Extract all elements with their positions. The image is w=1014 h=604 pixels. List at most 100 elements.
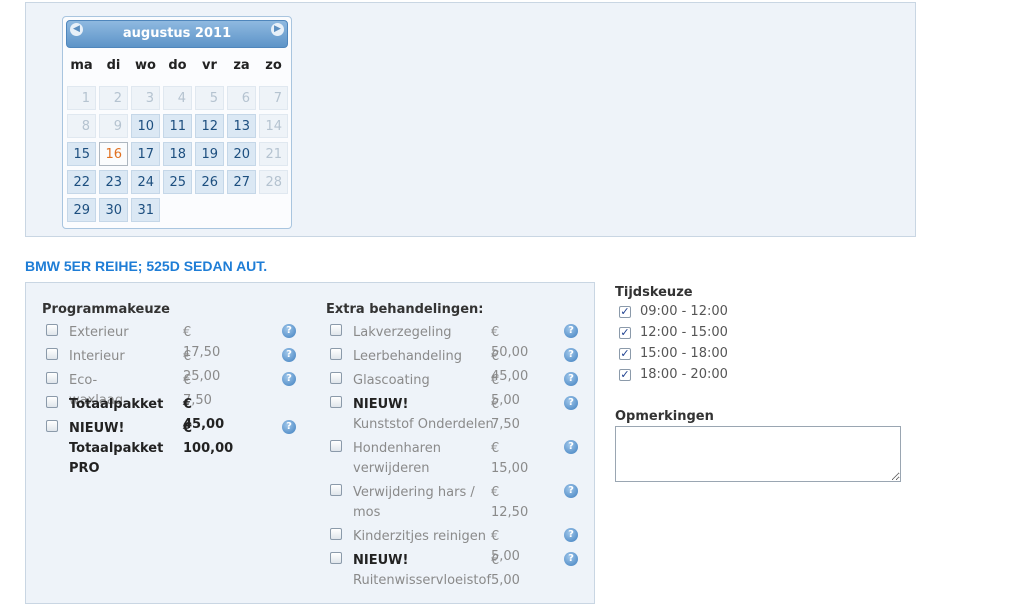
- calendar-day[interactable]: 24: [131, 170, 160, 194]
- help-icon[interactable]: ?: [564, 348, 578, 362]
- calendar-day: 2: [99, 86, 128, 110]
- calendar-day: 7: [259, 86, 288, 110]
- extra-label: Leerbehandeling: [353, 349, 463, 364]
- calendar-day[interactable]: 31: [131, 198, 160, 222]
- calendar-day: 21: [259, 142, 288, 166]
- extra-label: Lakverzegeling: [353, 325, 452, 340]
- calendar-panel: augustus 2011 ◀ ▶ ma di wo do vr za zo 1…: [25, 2, 916, 237]
- calendar-day[interactable]: 17: [131, 142, 160, 166]
- extra-label-line2: verwijderen: [353, 461, 430, 476]
- calendar-day[interactable]: 26: [195, 170, 224, 194]
- extra-label: Glascoating: [353, 373, 430, 388]
- calendar-day[interactable]: 25: [163, 170, 192, 194]
- calendar-day: 28: [259, 170, 288, 194]
- help-icon[interactable]: ?: [564, 396, 578, 410]
- extra-label-line2: Kunststof Onderdelen: [353, 417, 494, 432]
- extra-label: Hondenharen: [353, 441, 441, 456]
- calendar-day[interactable]: 19: [195, 142, 224, 166]
- extra-price: € 12,50: [491, 485, 529, 520]
- time-slot-checkbox[interactable]: ✓: [619, 348, 631, 360]
- program-label: NIEUW!: [69, 421, 125, 436]
- opmerkingen-textarea[interactable]: [615, 426, 901, 482]
- calendar-day[interactable]: 11: [163, 114, 192, 138]
- help-icon[interactable]: ?: [282, 420, 296, 434]
- program-label-line3: PRO: [69, 461, 100, 476]
- extra-price: € 15,00: [491, 441, 529, 476]
- extra-checkbox[interactable]: [330, 440, 342, 452]
- calendar-day[interactable]: 27: [227, 170, 256, 194]
- calendar-day-today[interactable]: 16: [99, 142, 128, 166]
- extra-checkbox[interactable]: [330, 528, 342, 540]
- weekday-label: zo: [265, 58, 282, 73]
- calendar-day[interactable]: 22: [67, 170, 96, 194]
- extra-label: Kinderzitjes reinigen: [353, 529, 487, 544]
- datepicker-header: augustus 2011: [66, 20, 288, 48]
- extra-label: NIEUW!: [353, 397, 409, 412]
- program-price: € 100,00: [183, 421, 234, 456]
- calendar-day[interactable]: 23: [99, 170, 128, 194]
- weekday-label: za: [233, 58, 250, 73]
- weekday-label: do: [168, 58, 187, 73]
- program-label: Totaalpakket: [69, 397, 164, 412]
- calendar-day: 9: [99, 114, 128, 138]
- programs-panel: Programmakeuze Exterieur € 17,50 ? Inter…: [25, 282, 595, 604]
- weekday-label: ma: [70, 58, 93, 73]
- calendar-day[interactable]: 30: [99, 198, 128, 222]
- time-slot-label: 09:00 - 12:00: [640, 304, 728, 319]
- time-slot-checkbox[interactable]: ✓: [619, 327, 631, 339]
- next-month-icon[interactable]: ▶: [271, 23, 284, 36]
- time-slot-label: 18:00 - 20:00: [640, 367, 728, 382]
- help-icon[interactable]: ?: [282, 348, 296, 362]
- calendar-day: 6: [227, 86, 256, 110]
- datepicker: augustus 2011 ◀ ▶ ma di wo do vr za zo 1…: [62, 16, 292, 229]
- extra-price: € 7,50: [491, 397, 520, 432]
- extra-checkbox[interactable]: [330, 372, 342, 384]
- calendar-day[interactable]: 15: [67, 142, 96, 166]
- calendar-day[interactable]: 20: [227, 142, 256, 166]
- month-title: augustus 2011: [122, 26, 232, 41]
- calendar-day[interactable]: 18: [163, 142, 192, 166]
- car-title: BMW 5ER REIHE; 525D SEDAN AUT.: [25, 258, 268, 274]
- calendar-day: 4: [163, 86, 192, 110]
- calendar-day: 3: [131, 86, 160, 110]
- prev-month-icon[interactable]: ◀: [70, 23, 83, 36]
- program-checkbox[interactable]: [46, 396, 58, 408]
- time-slot-checkbox[interactable]: ✓: [619, 369, 631, 381]
- extra-checkbox[interactable]: [330, 484, 342, 496]
- extra-checkbox[interactable]: [330, 348, 342, 360]
- calendar-day: 8: [67, 114, 96, 138]
- help-icon[interactable]: ?: [564, 528, 578, 542]
- opmerkingen-heading: Opmerkingen: [615, 409, 714, 424]
- calendar-day[interactable]: 12: [195, 114, 224, 138]
- calendar-day: 14: [259, 114, 288, 138]
- calendar-day[interactable]: 10: [131, 114, 160, 138]
- weekday-label: di: [106, 58, 121, 73]
- extra-checkbox[interactable]: [330, 324, 342, 336]
- calendar-day[interactable]: 29: [67, 198, 96, 222]
- help-icon[interactable]: ?: [564, 484, 578, 498]
- program-label: Interieur: [69, 349, 125, 364]
- extra-checkbox[interactable]: [330, 396, 342, 408]
- extra-checkbox[interactable]: [330, 552, 342, 564]
- help-icon[interactable]: ?: [282, 372, 296, 386]
- time-slot-checkbox[interactable]: ✓: [619, 306, 631, 318]
- help-icon[interactable]: ?: [282, 324, 296, 338]
- program-checkbox[interactable]: [46, 420, 58, 432]
- extra-label-line2: Ruitenwisservloeistof: [353, 573, 492, 588]
- help-icon[interactable]: ?: [564, 372, 578, 386]
- help-icon[interactable]: ?: [564, 440, 578, 454]
- extra-label: Verwijdering hars /: [353, 485, 475, 500]
- program-checkbox[interactable]: [46, 324, 58, 336]
- help-icon[interactable]: ?: [564, 324, 578, 338]
- help-icon[interactable]: ?: [564, 552, 578, 566]
- program-checkbox[interactable]: [46, 348, 58, 360]
- weekday-label: vr: [202, 58, 217, 73]
- tijdskeuze-heading: Tijdskeuze: [615, 285, 693, 300]
- weekday-label: wo: [135, 58, 156, 73]
- program-checkbox[interactable]: [46, 372, 58, 384]
- extra-label-line2: mos: [353, 505, 381, 520]
- calendar-day[interactable]: 13: [227, 114, 256, 138]
- time-slot-label: 15:00 - 18:00: [640, 346, 728, 361]
- extra-heading: Extra behandelingen:: [326, 302, 484, 317]
- program-label: Exterieur: [69, 325, 129, 340]
